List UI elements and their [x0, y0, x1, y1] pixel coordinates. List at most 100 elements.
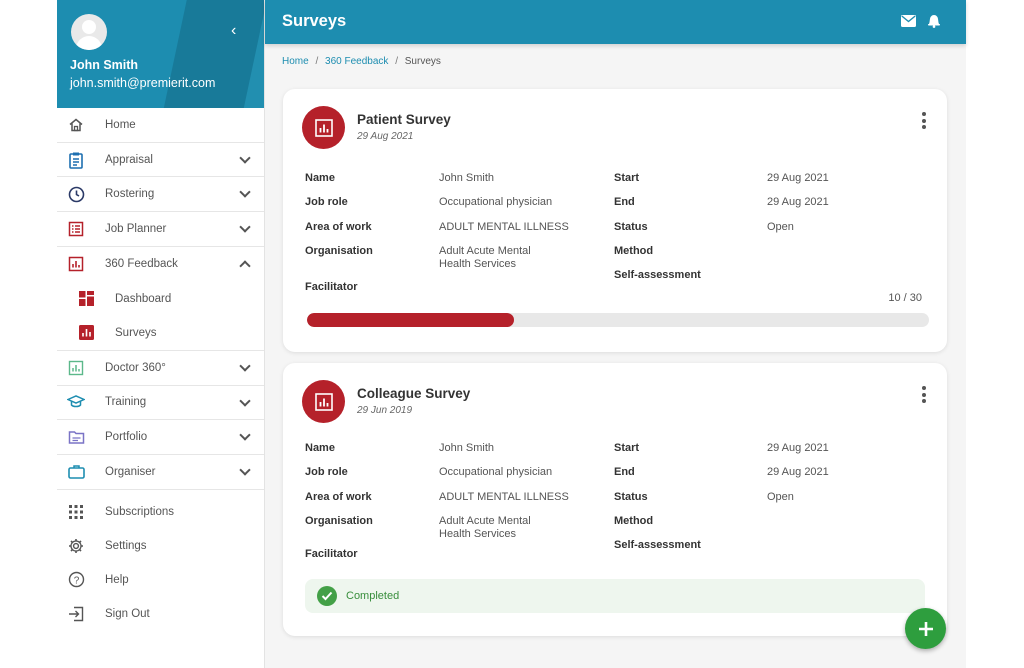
top-bar: Surveys — [265, 0, 966, 44]
sidebar-item-appraisal[interactable]: Appraisal — [57, 143, 264, 178]
bell-icon[interactable] — [927, 13, 941, 33]
sidebar-item-label: Portfolio — [105, 431, 148, 444]
sign-out-icon — [66, 604, 86, 624]
page-title: Surveys — [282, 12, 347, 30]
profile-name: John Smith — [70, 58, 139, 72]
chart-outline-icon — [66, 358, 86, 378]
sidebar-item-label: Dashboard — [115, 292, 172, 305]
graduation-cap-icon — [66, 392, 86, 412]
chevron-up-icon — [239, 260, 251, 272]
more-options-icon[interactable] — [921, 386, 927, 404]
survey-badge — [302, 380, 345, 423]
app-frame: ‹ John Smith john.smith@premierit.com Ho… — [57, 0, 966, 668]
start-label: Start — [614, 172, 640, 184]
name-value: John Smith — [439, 442, 495, 454]
area-of-work-value: ADULT MENTAL ILLNESS — [439, 491, 569, 503]
survey-badge — [302, 106, 345, 149]
start-value: 29 Aug 2021 — [767, 442, 829, 454]
start-label: Start — [614, 442, 640, 454]
name-value: John Smith — [439, 172, 495, 184]
help-icon: ? — [66, 570, 86, 590]
completed-text: Completed — [346, 590, 400, 602]
sidebar: ‹ John Smith john.smith@premierit.com Ho… — [57, 0, 265, 668]
home-icon — [66, 115, 86, 135]
more-options-icon[interactable] — [921, 112, 927, 130]
status-label: Status — [614, 221, 648, 233]
survey-card[interactable]: Colleague Survey 29 Jun 2019 Name John S… — [283, 363, 947, 636]
response-count: 10 / 30 — [888, 292, 922, 304]
sidebar-item-label: Surveys — [115, 326, 157, 339]
survey-card[interactable]: Patient Survey 29 Aug 2021 Name John Smi… — [283, 89, 947, 352]
sidebar-item-subscriptions[interactable]: Subscriptions — [57, 496, 264, 529]
sidebar-item-doctor-360[interactable]: Doctor 360° — [57, 351, 264, 386]
avatar[interactable] — [71, 14, 107, 50]
organisation-value-line1: Adult Acute Mental — [439, 515, 531, 527]
name-label: Name — [305, 172, 335, 184]
progress-fill — [307, 313, 515, 327]
survey-date: 29 Jun 2019 — [357, 405, 413, 416]
sidebar-item-label: Job Planner — [105, 222, 167, 235]
breadcrumb-360-feedback-link[interactable]: 360 Feedback — [325, 56, 388, 67]
sidebar-item-home[interactable]: Home — [57, 108, 264, 143]
sidebar-item-label: 360 Feedback — [105, 258, 178, 271]
mail-icon[interactable] — [901, 14, 916, 32]
chevron-down-icon — [239, 360, 251, 372]
clipboard-icon — [66, 150, 86, 170]
grid-icon — [66, 502, 86, 522]
job-role-label: Job role — [305, 196, 348, 208]
sidebar-item-label: Settings — [105, 539, 147, 552]
end-label: End — [614, 466, 635, 478]
method-label: Method — [614, 515, 654, 527]
end-value: 29 Aug 2021 — [767, 196, 829, 208]
profile-email: john.smith@premierit.com — [70, 76, 216, 90]
sidebar-item-label: Doctor 360° — [105, 361, 166, 374]
status-label: Status — [614, 491, 648, 503]
organisation-value-line1: Adult Acute Mental — [439, 245, 531, 257]
method-label: Method — [614, 245, 654, 257]
job-role-label: Job role — [305, 466, 348, 478]
area-of-work-value: ADULT MENTAL ILLNESS — [439, 221, 569, 233]
self-assessment-label: Self-assessment — [614, 539, 701, 551]
sidebar-item-label: Subscriptions — [105, 506, 175, 519]
sidebar-item-surveys[interactable]: Surveys — [57, 316, 264, 351]
end-label: End — [614, 196, 635, 208]
sidebar-item-help[interactable]: ? Help — [57, 563, 264, 597]
breadcrumb-divider: / — [395, 56, 398, 67]
check-circle-icon — [317, 586, 337, 606]
chevron-down-icon — [239, 429, 251, 441]
area-of-work-label: Area of work — [305, 221, 372, 233]
sidebar-item-label: Sign Out — [105, 607, 150, 620]
facilitator-label: Facilitator — [305, 548, 358, 560]
job-role-value: Occupational physician — [439, 466, 553, 478]
sidebar-item-job-planner[interactable]: Job Planner — [57, 212, 264, 247]
chevron-down-icon — [239, 221, 251, 233]
breadcrumb-home-link[interactable]: Home — [282, 56, 309, 67]
sidebar-item-dashboard[interactable]: Dashboard — [57, 281, 264, 316]
survey-icon — [76, 323, 96, 343]
sidebar-item-portfolio[interactable]: Portfolio — [57, 420, 264, 455]
response-progress-bar — [307, 313, 929, 327]
name-label: Name — [305, 442, 335, 454]
folder-icon — [66, 427, 86, 447]
sidebar-item-sign-out[interactable]: Sign Out — [57, 597, 264, 631]
collapse-sidebar-icon[interactable]: ‹ — [231, 22, 236, 40]
clock-icon — [66, 184, 86, 204]
survey-date: 29 Aug 2021 — [357, 131, 414, 142]
add-survey-button[interactable] — [905, 608, 946, 649]
breadcrumb-current: Surveys — [404, 56, 441, 67]
chevron-down-icon — [239, 394, 251, 407]
sidebar-item-label: Appraisal — [105, 153, 153, 166]
survey-title: Colleague Survey — [357, 386, 471, 401]
status-value: Open — [767, 221, 794, 233]
chart-icon — [314, 392, 333, 411]
breadcrumb-divider: / — [315, 56, 319, 67]
sidebar-item-settings[interactable]: Settings — [57, 529, 264, 563]
survey-title: Patient Survey — [357, 112, 451, 127]
sidebar-item-rostering[interactable]: Rostering — [57, 177, 264, 213]
sidebar-item-organiser[interactable]: Organiser — [57, 455, 264, 490]
sidebar-item-training[interactable]: Training — [57, 386, 264, 421]
sidebar-item-360-feedback[interactable]: 360 Feedback — [57, 247, 264, 282]
profile-panel: ‹ John Smith john.smith@premierit.com — [57, 0, 264, 108]
breadcrumb: Home / 360 Feedback / Surveys — [282, 56, 441, 67]
chevron-down-icon — [239, 464, 251, 476]
